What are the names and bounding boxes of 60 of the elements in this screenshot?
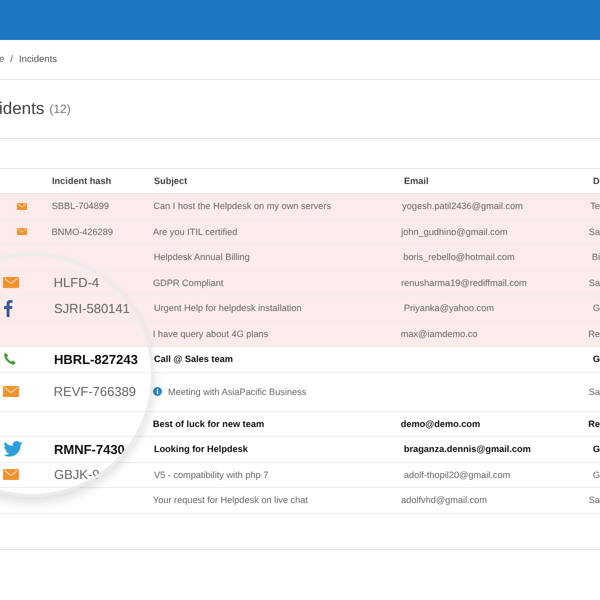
email-text: braganza.dennis@gmail.com <box>404 444 531 454</box>
subject-text: Meeting with AsiaPacific Business <box>168 386 306 396</box>
table-row[interactable]: HLFD-4 GDPR Compliant renusharma19@rediffmail.com Sa <box>0 270 600 296</box>
subject-text: Can I host the Helpdesk on my own servers <box>153 201 332 212</box>
subject-text: Helpdesk Annual Billing <box>154 252 250 262</box>
table-row[interactable]: RMNF-7430 Looking for Helpdesk braganza.dennis@gmail.com G <box>0 437 600 462</box>
table-cell: Bi <box>592 252 600 262</box>
breadcrumb-separator: / <box>10 54 13 65</box>
table-row[interactable]: SBBL-704899 Can I host the Helpdesk on my own servers yogesh.patil2436@gmail.com Te <box>0 194 600 220</box>
table-cell: Sa <box>588 226 600 237</box>
email-text: demo@demo.com <box>400 418 480 429</box>
subject-text: Are you ITIL certified <box>152 226 238 237</box>
email-text: john_gudhino@gmail.com <box>401 226 508 237</box>
incident-hash: HBRL-827243 <box>54 352 138 367</box>
table-row[interactable]: Best of luck for new team demo@demo.com Re <box>0 412 600 437</box>
email-text: max@iamdemo.co <box>400 328 478 339</box>
incident-hash: HLFD-4 <box>54 275 100 290</box>
table-row[interactable]: HBRL-827243 Call @ Sales team G <box>0 347 600 372</box>
breadcrumb-current: Incidents <box>18 54 57 65</box>
incident-hash: SBBL-704899 <box>52 201 109 212</box>
page-title: idents <box>0 99 44 119</box>
subject-text: Call @ Sales team <box>154 354 233 364</box>
column-header: Email <box>404 176 429 186</box>
table-cell: G <box>592 354 600 364</box>
table-row[interactable]: I have query about 4G plans max@iamdemo.co Re <box>0 322 600 347</box>
incident-hash: RMNF-7430 <box>54 442 125 457</box>
email-text: yogesh.patil2436@gmail.com <box>402 201 523 212</box>
subject-text: Urgent Help for helpdesk installation <box>154 303 302 314</box>
column-header: D <box>593 176 600 186</box>
table-cell: Sa <box>588 495 600 506</box>
email-text: boris_rebello@hotmail.com <box>403 252 515 262</box>
subject-text: I have query about 4G plans <box>152 328 268 339</box>
table-cell: G <box>592 470 600 480</box>
incident-count: (12) <box>49 102 71 116</box>
table-row[interactable]: REVF-766389 Meeting with AsiaPacific Business Sa <box>0 372 600 412</box>
column-header: Subject <box>154 176 188 186</box>
column-header: Incident hash <box>52 176 112 186</box>
email-text: adolfvhd@gmail.com <box>401 495 488 506</box>
table-row[interactable]: SJRI-580141 Urgent Help for helpdesk installation Priyanka@yahoo.com G <box>0 296 600 322</box>
table-row[interactable]: Helpdesk Annual Billing boris_rebello@hotmail.com Bi <box>0 245 600 270</box>
table-row[interactable]: Your request for Helpdesk on live chat adolfvhd@gmail.com Sa <box>0 488 600 514</box>
incident-hash: REVF-766389 <box>54 384 136 399</box>
table-cell: Sa <box>588 386 600 396</box>
table-cell: Re <box>588 418 600 429</box>
subject-text: Looking for Helpdesk <box>154 444 248 454</box>
table-cell: G <box>592 303 600 314</box>
subject-text: V5 - compatibility with php 7 <box>154 470 268 480</box>
table-cell: G <box>592 444 600 454</box>
email-text: adolf-thopil20@gmail.com <box>404 470 510 480</box>
email-text: renusharma19@rediffmail.com <box>401 278 527 288</box>
table-row[interactable]: BNMO-426289 Are you ITIL certified john_gudhino@gmail.com Sa <box>0 220 600 245</box>
table-cell: Te <box>590 201 600 212</box>
subject-text: Best of luck for new team <box>152 418 264 429</box>
email-text: Priyanka@yahoo.com <box>404 303 494 314</box>
subject-text: Your request for Helpdesk on live chat <box>152 495 308 506</box>
subject-text: GDPR Compliant <box>152 278 224 288</box>
incident-hash: SJRI-580141 <box>54 300 130 316</box>
table-cell: Re <box>588 328 600 339</box>
table-cell: Sa <box>588 278 600 288</box>
incident-hash: BNMO-426289 <box>52 226 113 237</box>
